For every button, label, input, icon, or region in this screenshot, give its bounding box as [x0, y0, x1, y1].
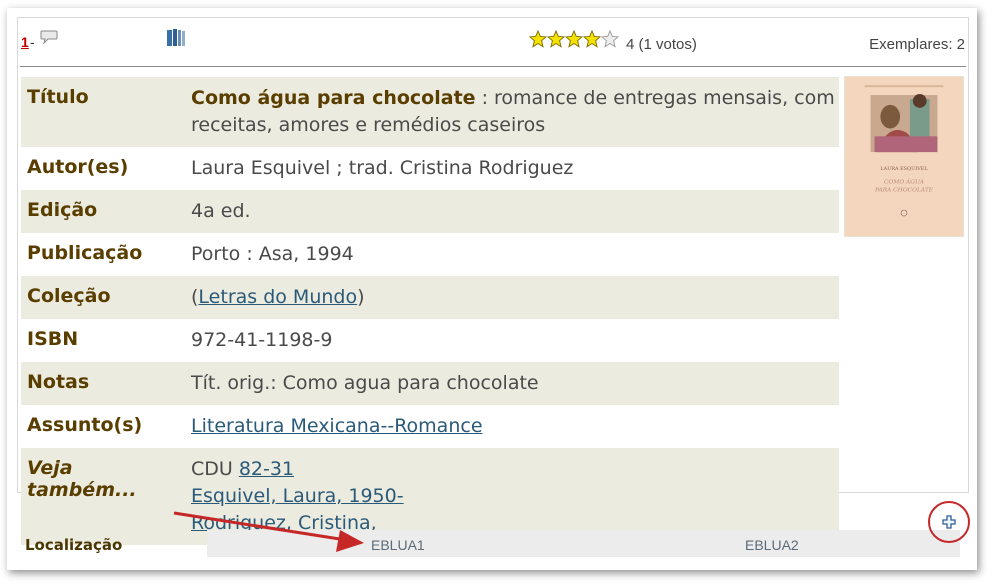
subjects-value: Literatura Mexicana--Romance [185, 405, 839, 448]
table-row: Assunto(s) Literatura Mexicana--Romance [21, 405, 839, 448]
star-icon[interactable] [565, 30, 583, 48]
cover-author: LAURA ESQUIVEL [880, 166, 928, 172]
plus-icon[interactable] [942, 515, 956, 529]
expand-button[interactable] [928, 501, 970, 543]
cdu-link[interactable]: 82-31 [239, 458, 294, 480]
table-row: Coleção (Letras do Mundo) [21, 276, 839, 319]
author-value: Laura Esquivel ; trad. Cristina Rodrigue… [191, 157, 574, 179]
rating-votes: 4 (1 votos) [626, 36, 697, 53]
location-item[interactable]: EBLUA1 [371, 537, 425, 553]
location-label: Localização [25, 536, 123, 554]
field-label: Publicação [27, 242, 143, 264]
record-card: 1 - 4 (1 votos) Exemplares: 2 Título Com… [17, 17, 969, 545]
cover-title-2: PARA CHOCOLATE [874, 187, 934, 193]
annotation-arrow [173, 511, 364, 552]
field-label: Edição [27, 199, 98, 221]
field-label: Autor(es) [27, 156, 129, 178]
books-icon [167, 29, 185, 46]
subject-link[interactable]: Literatura Mexicana--Romance [191, 415, 483, 437]
record-dash: - [30, 34, 35, 50]
isbn-value: 972-41-1198-9 [191, 329, 333, 351]
table-row: ISBN 972-41-1198-9 [21, 319, 839, 362]
title-main: Como água para chocolate [191, 87, 476, 109]
location-item[interactable]: EBLUA2 [745, 537, 799, 553]
collection-value: (Letras do Mundo) [185, 276, 839, 319]
cdu-prefix: CDU [191, 458, 239, 480]
record-number-link[interactable]: 1 [21, 34, 29, 50]
table-row: Notas Tít. orig.: Como agua para chocola… [21, 362, 839, 405]
table-row: Edição 4a ed. [21, 190, 839, 233]
table-row: Título Como água para chocolate : romanc… [21, 77, 839, 147]
field-label: Assunto(s) [27, 414, 143, 436]
field-label: Título [27, 86, 89, 108]
paren-close: ) [357, 286, 365, 308]
field-label: Coleção [27, 285, 111, 307]
record-details-table: Título Como água para chocolate : romanc… [21, 77, 839, 545]
star-icon[interactable] [529, 30, 547, 48]
book-cover-image[interactable]: LAURA ESQUIVEL COMO ÁGUA PARA CHOCOLATE [844, 76, 964, 237]
record-header: 1 - 4 (1 votos) Exemplares: 2 [18, 18, 968, 67]
field-label: Notas [27, 371, 90, 393]
field-label: Veja também... [27, 457, 137, 501]
table-row: Publicação Porto : Asa, 1994 [21, 233, 839, 276]
star-icon[interactable] [601, 30, 619, 48]
copies-count: Exemplares: 2 [869, 36, 965, 53]
title-value: Como água para chocolate : romance de en… [185, 77, 839, 147]
publication-value: Porto : Asa, 1994 [191, 243, 354, 265]
table-row: Autor(es) Laura Esquivel ; trad. Cristin… [21, 147, 839, 190]
speech-bubble-icon[interactable] [40, 30, 58, 44]
field-label: ISBN [27, 328, 79, 350]
edition-value: 4a ed. [191, 200, 251, 222]
notes-value: Tít. orig.: Como agua para chocolate [191, 372, 539, 394]
rating-stars[interactable] [529, 30, 619, 48]
star-icon[interactable] [583, 30, 601, 48]
header-divider [20, 66, 966, 67]
star-icon[interactable] [547, 30, 565, 48]
cover-title-1: COMO ÁGUA [884, 179, 924, 186]
collection-link[interactable]: Letras do Mundo [198, 286, 357, 308]
